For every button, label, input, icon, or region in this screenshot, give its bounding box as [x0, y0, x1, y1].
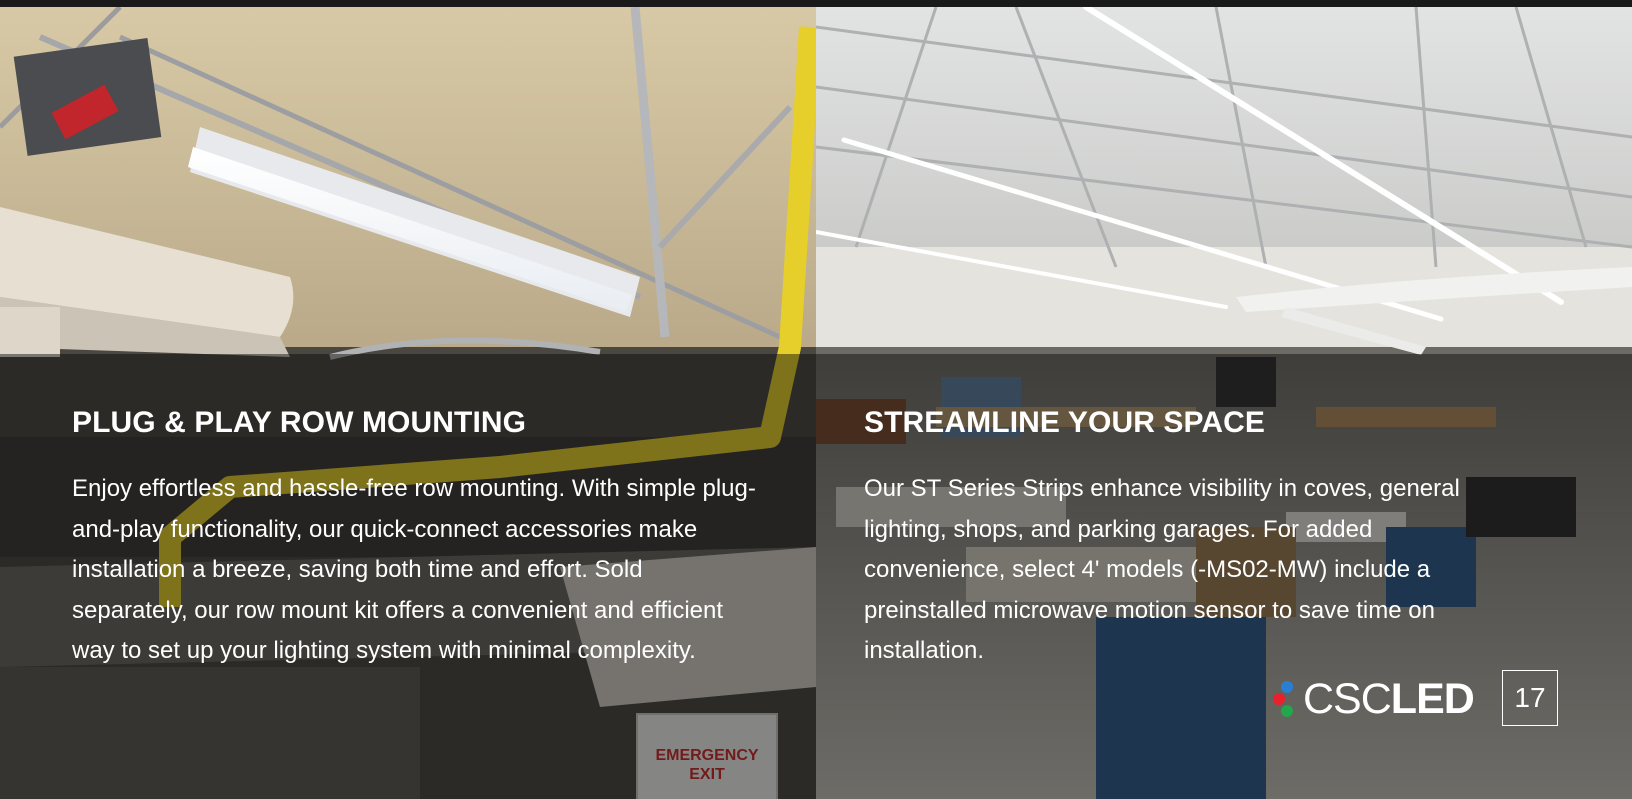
- page-number: 17: [1502, 670, 1558, 726]
- left-body-text: Enjoy effortless and hassle-free row mou…: [72, 475, 756, 664]
- right-heading: STREAMLINE YOUR SPACE: [864, 406, 1266, 439]
- cscled-logo: CSCLED: [1271, 674, 1475, 724]
- left-heading: PLUG & PLAY ROW MOUNTING: [72, 406, 527, 439]
- right-body-text: Our ST Series Strips enhance visibility …: [864, 475, 1460, 664]
- logo-light-part: CSC: [1303, 675, 1392, 723]
- left-feature-panel: EMERGENCY EXIT PLUG & PLAY ROW MOUNTING …: [0, 7, 816, 799]
- logo-bold-part: LED: [1390, 675, 1475, 723]
- logo-wordmark: CSCLED: [1303, 674, 1475, 724]
- logo-dots-icon: [1273, 681, 1293, 717]
- top-bar: [0, 0, 1632, 7]
